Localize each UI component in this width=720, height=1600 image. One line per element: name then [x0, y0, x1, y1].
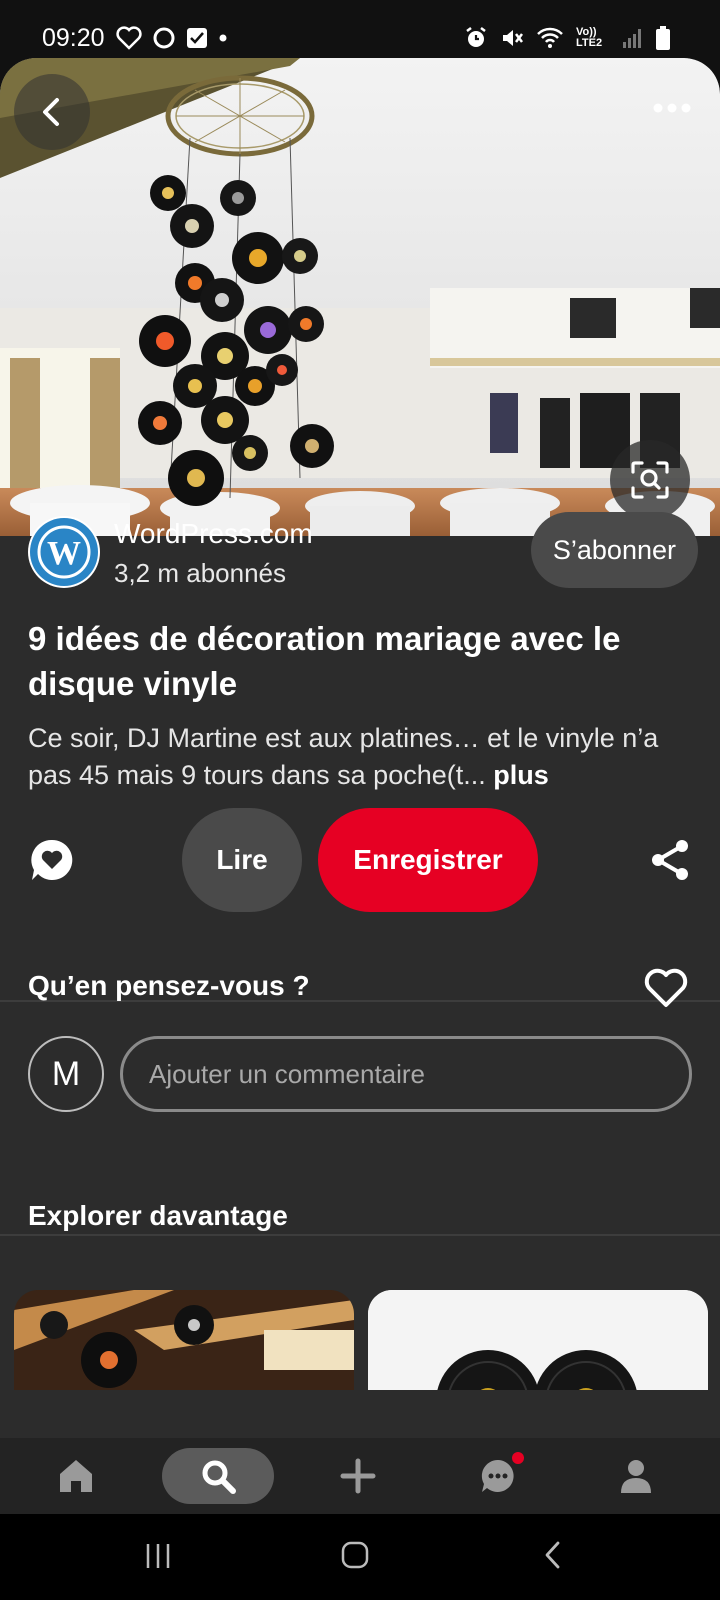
home-icon [60, 1460, 92, 1492]
wordpress-logo-icon: W [30, 518, 98, 586]
circle-status-icon [153, 27, 175, 49]
creator-row: W WordPress.com 3,2 m abonnés S’abonner [28, 506, 698, 588]
pin-image[interactable] [0, 58, 720, 536]
heart-icon[interactable] [642, 964, 690, 1012]
pin-actions: Lire Enregistrer [0, 808, 720, 912]
back-button[interactable] [14, 74, 90, 150]
comment-heart-icon[interactable] [28, 836, 76, 884]
nav-messages[interactable] [474, 1438, 522, 1514]
chat-icon [481, 1459, 514, 1492]
plus-icon [340, 1458, 376, 1494]
status-bar: 09:20 Vo)) LTE2 [0, 0, 720, 60]
pin-description-text: Ce soir, DJ Martine est aux platines… et… [28, 723, 659, 790]
explore-title: Explorer davantage [28, 1200, 288, 1231]
heart-outline-status-icon [116, 26, 142, 50]
status-right-icons: Vo)) LTE2 [464, 26, 670, 50]
description-more-link[interactable]: plus [493, 760, 549, 790]
nav-profile[interactable] [612, 1438, 660, 1514]
mute-icon [503, 30, 523, 46]
home-button-icon[interactable] [340, 1540, 370, 1570]
search-icon [202, 1460, 236, 1494]
divider [0, 1234, 720, 1236]
status-left-icons [116, 26, 228, 50]
comment-input[interactable] [120, 1036, 692, 1112]
nav-search[interactable] [194, 1438, 242, 1514]
more-horizontal-icon [653, 103, 691, 113]
share-icon[interactable] [648, 838, 692, 882]
creator-followers: 3,2 m abonnés [114, 558, 287, 588]
chevron-left-icon [43, 98, 59, 126]
explore-card-image [368, 1290, 708, 1390]
explore-card[interactable] [368, 1290, 708, 1390]
creator-avatar-letter: W [47, 535, 81, 572]
lens-search-icon [631, 461, 669, 499]
status-time: 09:20 [42, 24, 105, 52]
explore-card[interactable] [14, 1290, 354, 1390]
nav-home[interactable] [52, 1438, 100, 1514]
network-label: Vo)) LTE2 [576, 26, 603, 49]
read-button[interactable]: Lire [182, 808, 302, 912]
dot-status-icon [219, 34, 227, 42]
wifi-icon [537, 27, 563, 48]
alarm-icon [466, 27, 486, 47]
battery-icon [656, 26, 670, 50]
subscribe-button[interactable]: S’abonner [530, 512, 698, 588]
creator-name[interactable]: WordPress.com [114, 518, 313, 550]
pin-title: 9 idées de décoration mariage avec le di… [28, 620, 621, 702]
feedback-title: Qu’en pensez-vous ? [28, 970, 310, 1001]
explore-card-image [14, 1290, 354, 1390]
back-nav-icon[interactable] [542, 1540, 564, 1570]
creator-avatar[interactable]: W [28, 516, 100, 588]
recent-apps-icon[interactable] [144, 1542, 172, 1570]
profile-icon [621, 1460, 651, 1493]
signal-icon [623, 29, 641, 48]
nav-create[interactable] [334, 1438, 382, 1514]
check-square-status-icon [187, 28, 207, 48]
system-navigation-bar [0, 1514, 720, 1600]
save-button[interactable]: Enregistrer [318, 808, 538, 912]
notification-dot [512, 1452, 524, 1464]
more-options-button[interactable] [642, 88, 702, 128]
user-avatar[interactable]: M [28, 1036, 104, 1112]
bottom-nav [0, 1438, 720, 1514]
pin-description: Ce soir, DJ Martine est aux platines… et… [28, 720, 688, 794]
